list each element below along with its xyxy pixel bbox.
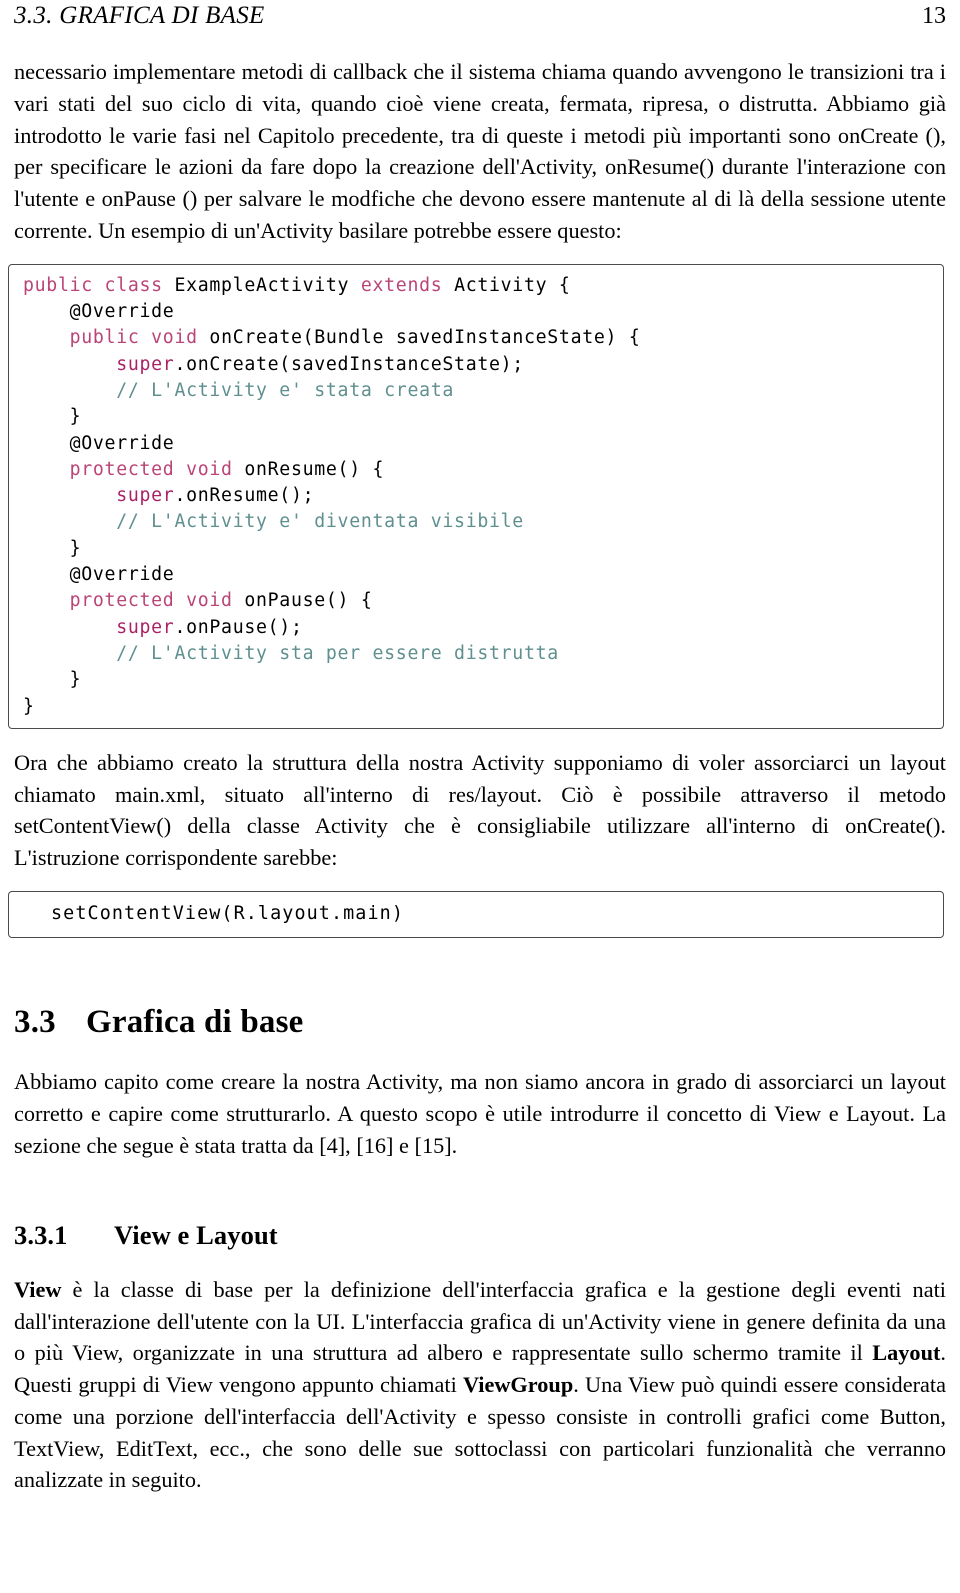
- code-token: .onCreate(savedInstanceState);: [174, 353, 524, 375]
- code-token: }: [23, 537, 82, 559]
- code-token: @Override: [23, 301, 175, 323]
- code-token: }: [23, 695, 35, 717]
- term-view: View: [14, 1276, 62, 1302]
- code-token: super: [116, 485, 175, 507]
- code-token: onResume() {: [244, 458, 385, 480]
- code-token: ExampleActivity: [174, 274, 361, 296]
- code-token: @Override: [23, 432, 175, 454]
- section-heading-title: Grafica di base: [86, 1004, 304, 1041]
- paragraph-intro: necessario implementare metodi di callba…: [14, 59, 946, 243]
- code-token: .onResume();: [174, 485, 315, 507]
- code-token: onCreate(Bundle savedInstanceState) {: [209, 327, 641, 349]
- code-token: Activity {: [454, 274, 571, 296]
- code-token: // L'Activity sta per essere distrutta: [23, 642, 559, 664]
- code-listing-java: public class ExampleActivity extends Act…: [9, 273, 943, 720]
- term-viewgroup: ViewGroup: [462, 1372, 574, 1398]
- running-header-section: 3.3. GRAFICA DI BASE: [14, 2, 265, 29]
- code-token: public void: [69, 327, 210, 349]
- code-token: // L'Activity e' stata creata: [23, 379, 455, 401]
- code-token: super: [116, 616, 175, 638]
- code-token: }: [23, 406, 82, 428]
- code-block-setcontentview: setContentView(R.layout.main): [8, 891, 944, 939]
- subsection-heading-title: View e Layout: [114, 1219, 278, 1250]
- subsection-heading-number: 3.3.1: [14, 1219, 68, 1250]
- code-token: protected void: [69, 458, 245, 480]
- subsection-heading: 3.3.1 View e Layout: [14, 1218, 946, 1252]
- code-token: .onPause();: [174, 616, 303, 638]
- running-header: 3.3. GRAFICA DI BASE 13: [14, 2, 946, 36]
- code-block-activity-example: public class ExampleActivity extends Act…: [8, 263, 944, 729]
- paragraph-view-layout-text-1: è la classe di base per la definizione d…: [14, 1276, 946, 1366]
- code-token: public class: [23, 274, 175, 296]
- section-heading-number: 3.3: [14, 1004, 56, 1041]
- code-token: @Override: [23, 564, 175, 586]
- code-token: super: [116, 353, 175, 375]
- paragraph-after-code: Ora che abbiamo creato la struttura dell…: [14, 749, 946, 871]
- term-layout: Layout: [872, 1340, 941, 1366]
- page-content: necessario implementare metodi di callba…: [8, 56, 946, 1497]
- document-page: 3.3. GRAFICA DI BASE 13 necessario imple…: [0, 0, 960, 1593]
- code-token: // L'Activity e' diventata visibile: [23, 511, 524, 533]
- code-token: protected void: [69, 590, 245, 612]
- section-heading: 3.3 Grafica di base: [14, 1002, 946, 1042]
- paragraph-view-layout: View è la classe di base per la definizi…: [14, 1274, 946, 1497]
- paragraph-section-intro: Abbiamo capito come creare la nostra Act…: [14, 1069, 946, 1158]
- code-listing-setcontentview: setContentView(R.layout.main): [51, 903, 404, 925]
- page-number: 13: [922, 3, 946, 29]
- code-token: }: [23, 669, 82, 691]
- code-token: extends: [360, 274, 455, 296]
- code-token: onPause() {: [244, 590, 373, 612]
